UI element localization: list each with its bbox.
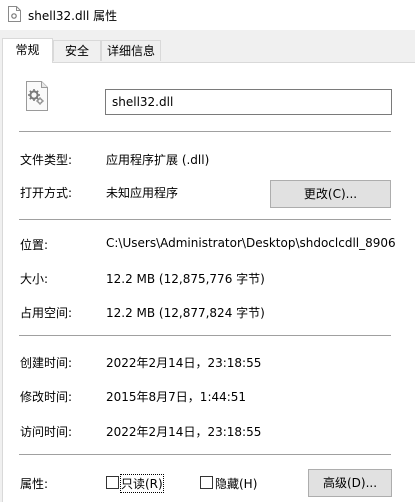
size-label: 大小:	[20, 272, 49, 286]
created-label: 创建时间:	[20, 356, 73, 370]
accessed-label: 访问时间:	[20, 425, 73, 439]
tab-details[interactable]: 详细信息	[101, 40, 161, 61]
readonly-checkbox[interactable]	[106, 476, 119, 489]
file-type-label: 文件类型:	[20, 153, 73, 167]
opens-with-label: 打开方式:	[20, 186, 73, 200]
divider	[19, 454, 391, 455]
advanced-button[interactable]: 高级(D)...	[308, 469, 392, 497]
file-type-value: 应用程序扩展 (.dll)	[106, 153, 210, 167]
size-value: 12.2 MB (12,875,776 字节)	[106, 272, 265, 286]
divider	[19, 131, 391, 132]
readonly-checkbox-label[interactable]: 只读(R)	[120, 474, 164, 493]
location-value[interactable]: C:\Users\Administrator\Desktop\shdoclcdl…	[106, 236, 395, 250]
accessed-value: 2022年2月14日，23:18:55	[106, 425, 262, 439]
size-on-disk-label: 占用空间:	[20, 306, 73, 320]
tab-security[interactable]: 安全	[53, 40, 101, 61]
divider	[19, 335, 391, 336]
dll-file-icon	[8, 6, 21, 22]
hidden-checkbox-label[interactable]: 隐藏(H)	[215, 475, 257, 492]
opens-with-value: 未知应用程序	[106, 186, 179, 200]
window-title: shell32.dll 属性	[28, 9, 118, 23]
hidden-checkbox[interactable]	[200, 476, 213, 489]
filename-input[interactable]	[105, 89, 392, 115]
gear-document-icon	[21, 80, 53, 115]
location-label: 位置:	[20, 238, 49, 252]
tab-general[interactable]: 常规	[2, 38, 53, 63]
title-bar: shell32.dll 属性	[0, 0, 415, 30]
created-value: 2022年2月14日，23:18:55	[106, 356, 262, 370]
divider	[19, 219, 391, 220]
size-on-disk-value: 12.2 MB (12,877,824 字节)	[106, 306, 265, 320]
modified-label: 修改时间:	[20, 390, 73, 404]
modified-value: 2015年8月7日，1:44:51	[106, 390, 247, 404]
change-button[interactable]: 更改(C)...	[270, 180, 391, 208]
attributes-label: 属性:	[20, 477, 49, 491]
